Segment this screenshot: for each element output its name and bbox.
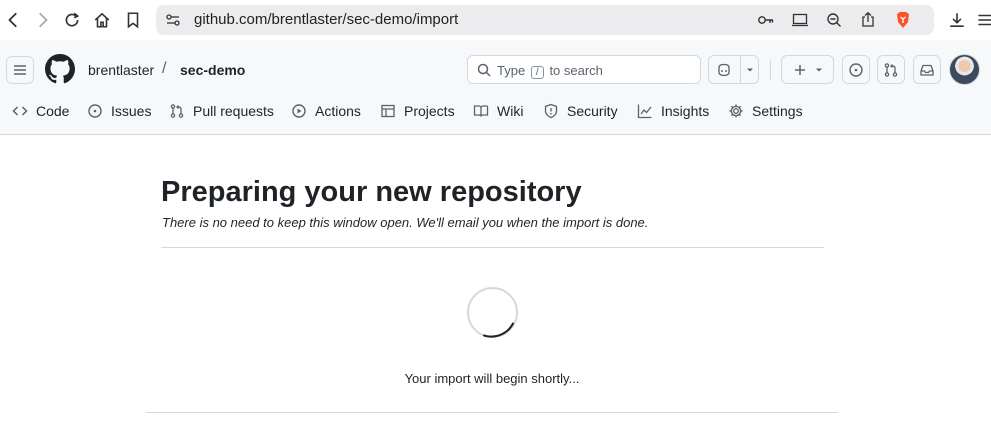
- header-divider: [770, 60, 771, 80]
- tab-actions-label: Actions: [315, 103, 361, 119]
- page-subtitle: There is no need to keep this window ope…: [162, 215, 649, 230]
- forward-button[interactable]: [30, 8, 54, 32]
- tab-projects[interactable]: Projects: [380, 103, 455, 119]
- download-icon: [950, 13, 964, 27]
- pull-requests-button[interactable]: [877, 55, 905, 84]
- tab-security-label: Security: [567, 103, 618, 119]
- search-input[interactable]: Type / to search: [467, 55, 701, 84]
- url-text[interactable]: github.com/brentlaster/sec-demo/import: [194, 11, 458, 28]
- tab-settings[interactable]: Settings: [728, 103, 803, 119]
- issue-opened-icon: [88, 104, 102, 118]
- tab-pull-requests-label: Pull requests: [193, 103, 274, 119]
- tab-wiki[interactable]: Wiki: [473, 103, 523, 119]
- tab-security[interactable]: Security: [543, 103, 618, 119]
- home-button[interactable]: [90, 8, 114, 32]
- tab-actions[interactable]: Actions: [291, 103, 361, 119]
- chevron-right-icon: [39, 12, 48, 28]
- downloads-button[interactable]: [945, 8, 969, 32]
- bookmark-button[interactable]: [121, 8, 145, 32]
- create-new-button[interactable]: [781, 55, 834, 84]
- reload-button[interactable]: [60, 8, 84, 32]
- divider: [161, 247, 824, 248]
- loading-spinner-icon: [467, 287, 518, 338]
- code-icon: [12, 106, 28, 116]
- issues-button[interactable]: [842, 55, 870, 84]
- divider: [146, 412, 838, 413]
- tab-insights-label: Insights: [661, 103, 710, 119]
- inbox-icon: [920, 64, 934, 76]
- tab-projects-label: Projects: [404, 103, 455, 119]
- tab-settings-label: Settings: [752, 103, 803, 119]
- inbox-button[interactable]: [913, 55, 941, 84]
- breadcrumb-repo[interactable]: sec-demo: [180, 62, 245, 78]
- menu-icon: [978, 14, 991, 26]
- site-settings-icon[interactable]: [164, 11, 182, 29]
- table-icon: [381, 104, 395, 118]
- triangle-down-icon: [815, 68, 822, 71]
- share-icon[interactable]: [859, 11, 877, 29]
- page-title: Preparing your new repository: [161, 176, 582, 208]
- issue-opened-icon: [849, 62, 863, 77]
- home-icon: [94, 12, 110, 28]
- browser-toolbar: github.com/brentlaster/sec-demo/import: [0, 0, 991, 40]
- tab-insights[interactable]: Insights: [637, 103, 709, 119]
- breadcrumb-separator: /: [162, 60, 167, 77]
- shield-icon: [544, 103, 558, 119]
- reload-icon: [65, 12, 80, 27]
- tab-wiki-label: Wiki: [497, 103, 524, 119]
- play-icon: [292, 104, 306, 118]
- avatar[interactable]: [949, 54, 980, 85]
- key-icon[interactable]: [757, 11, 775, 29]
- tab-pull-requests[interactable]: Pull requests: [169, 103, 274, 119]
- gear-icon: [729, 104, 743, 118]
- bookmark-icon: [127, 12, 139, 29]
- copilot-button[interactable]: [708, 55, 759, 84]
- cast-icon[interactable]: [791, 11, 809, 29]
- graph-icon: [637, 104, 652, 119]
- github-header: brentlaster / sec-demo Type / to search …: [0, 40, 991, 135]
- address-bar[interactable]: github.com/brentlaster/sec-demo/import: [156, 5, 934, 35]
- triangle-down-icon: [747, 68, 753, 71]
- search-shortcut-key: /: [530, 66, 544, 79]
- copilot-icon: [718, 63, 730, 76]
- three-bars-icon: [14, 65, 26, 75]
- github-logo-icon[interactable]: [45, 54, 75, 84]
- global-nav-button[interactable]: [6, 56, 34, 84]
- git-pull-request-icon: [170, 104, 184, 118]
- import-status-text: Your import will begin shortly...: [404, 371, 580, 386]
- tab-issues[interactable]: Issues: [87, 103, 151, 119]
- brave-shield-icon[interactable]: [894, 11, 912, 29]
- back-button[interactable]: [2, 8, 26, 32]
- search-icon: [477, 63, 491, 77]
- plus-icon: [794, 64, 805, 75]
- zoom-out-icon[interactable]: [825, 11, 843, 29]
- book-icon: [473, 105, 489, 117]
- tab-code[interactable]: Code: [12, 103, 69, 119]
- tab-code-label: Code: [36, 103, 70, 119]
- breadcrumb-owner[interactable]: brentlaster: [88, 62, 154, 78]
- browser-menu-button[interactable]: [972, 8, 991, 32]
- chevron-left-icon: [8, 12, 17, 28]
- search-placeholder: Type / to search: [497, 63, 603, 79]
- git-pull-request-icon: [884, 62, 898, 77]
- tab-issues-label: Issues: [111, 103, 152, 119]
